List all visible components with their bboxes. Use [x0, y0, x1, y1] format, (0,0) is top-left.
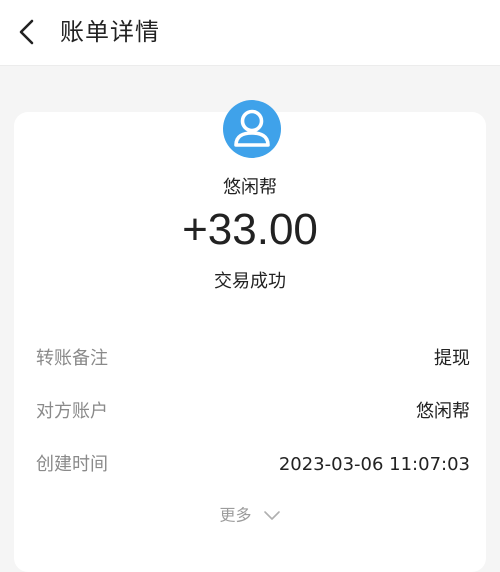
more-label: 更多 [219, 505, 252, 525]
detail-label: 对方账户 [36, 401, 108, 422]
detail-value: 提现 [434, 348, 470, 369]
top-bar: 账单详情 [0, 0, 500, 66]
page-title: 账单详情 [60, 18, 160, 46]
detail-row-account: 对方账户 悠闲帮 [36, 397, 470, 427]
detail-value: 悠闲帮 [416, 401, 470, 422]
back-button[interactable] [12, 15, 44, 49]
more-button[interactable]: 更多 [0, 503, 500, 528]
user-icon [223, 100, 281, 158]
detail-row-remark: 转账备注 提现 [36, 344, 470, 374]
detail-row-created-time: 创建时间 2023-03-06 11:07:03 [36, 450, 470, 480]
detail-value: 2023-03-06 11:07:03 [278, 454, 470, 475]
chevron-left-icon [19, 19, 34, 45]
transaction-amount: +33.00 [182, 205, 318, 254]
detail-label: 转账备注 [36, 348, 108, 369]
payee-name: 悠闲帮 [223, 177, 277, 198]
detail-label: 创建时间 [36, 454, 108, 475]
transaction-status: 交易成功 [214, 271, 286, 292]
chevron-down-icon [263, 510, 280, 520]
avatar [223, 100, 281, 158]
